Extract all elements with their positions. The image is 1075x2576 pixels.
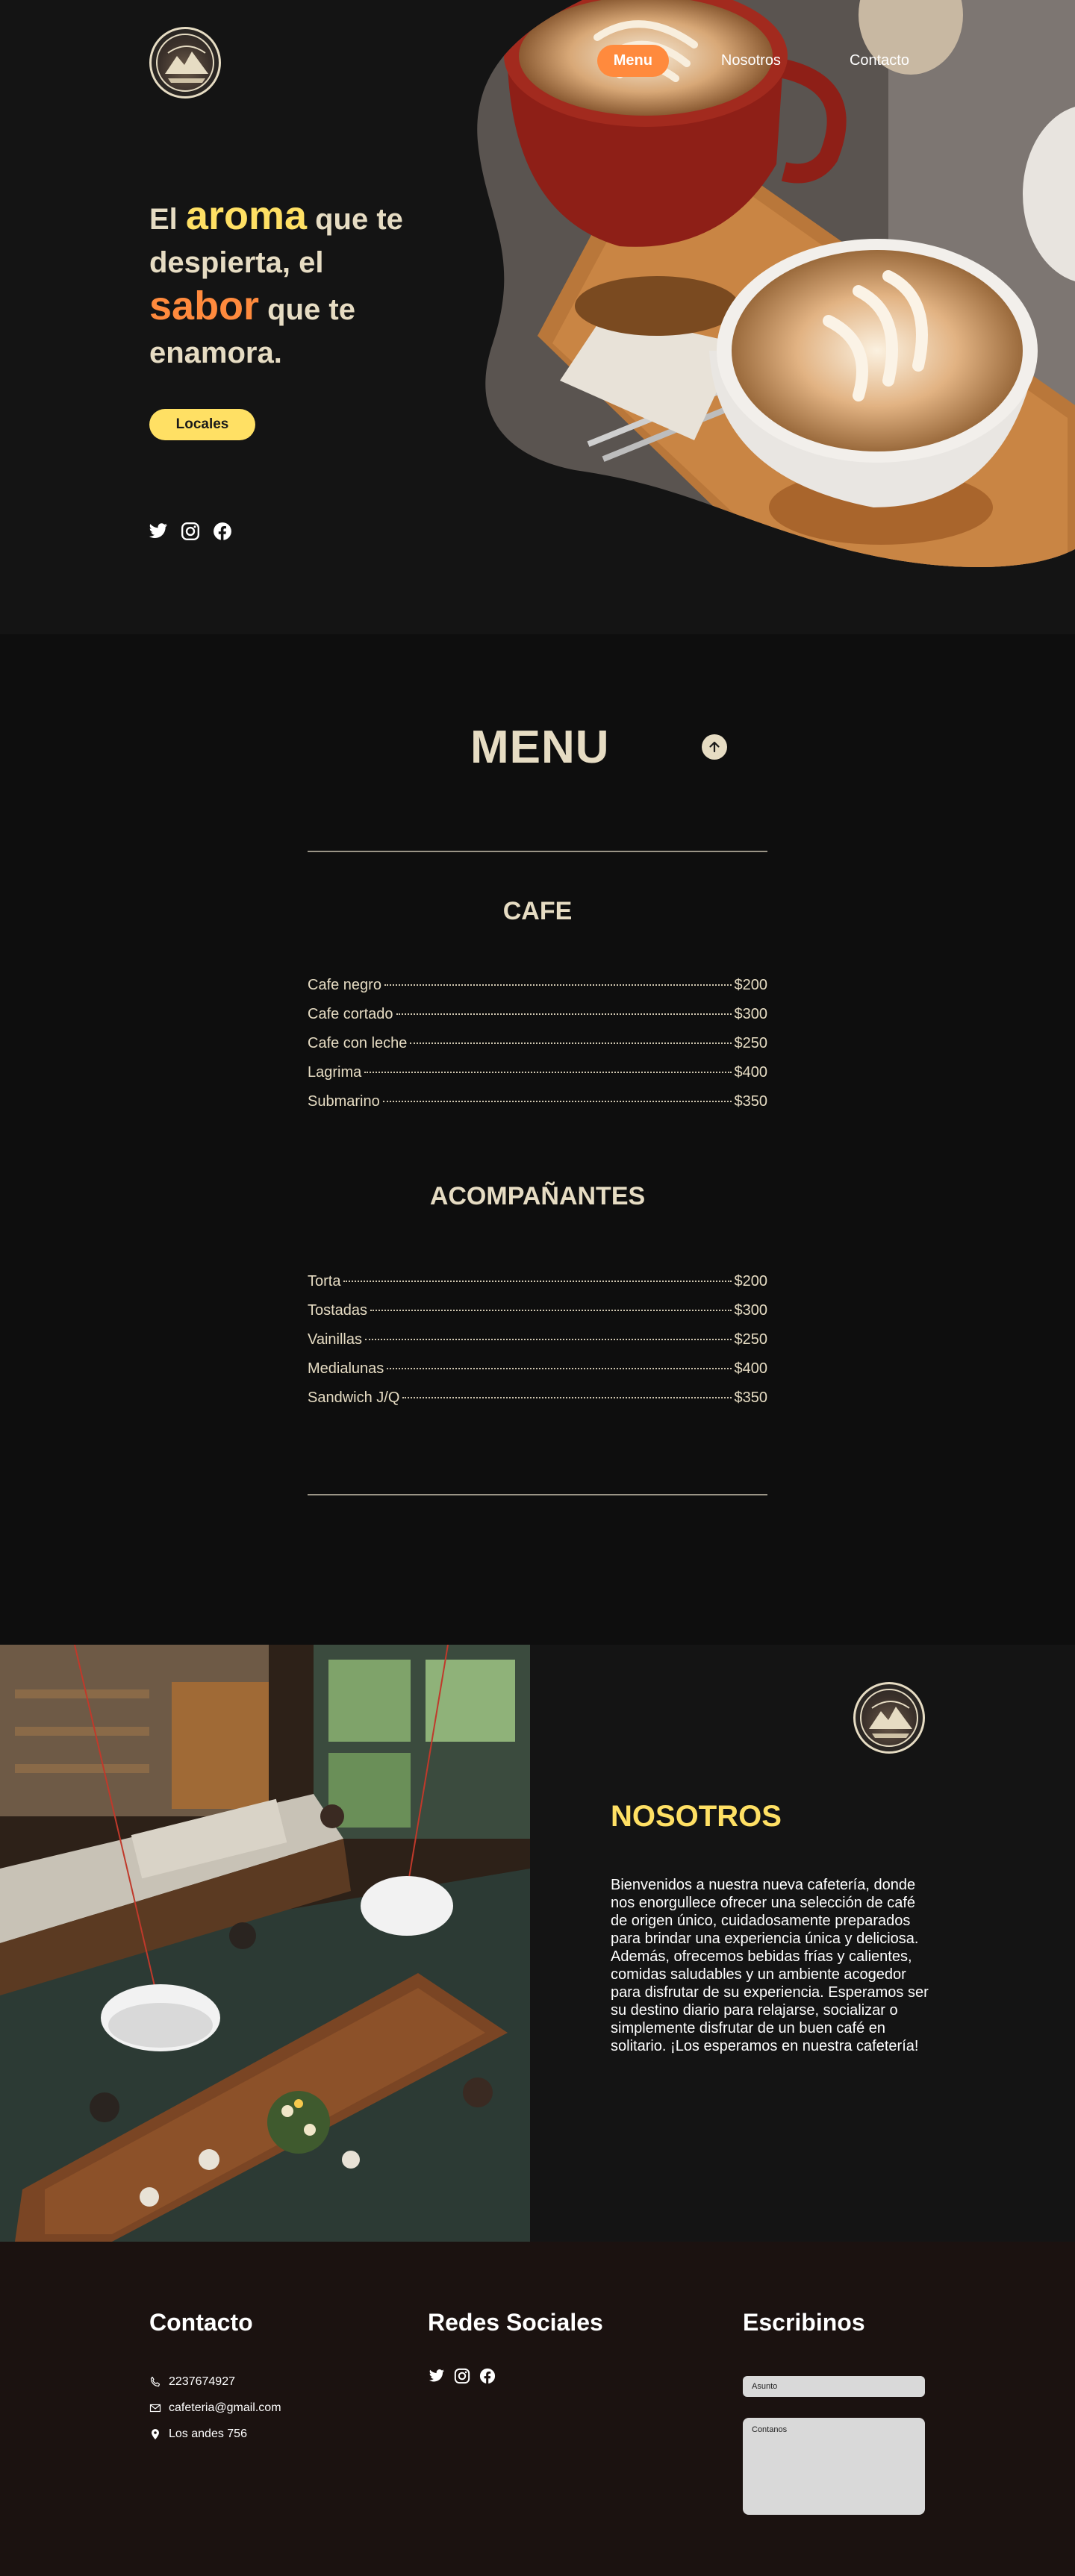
category-title-cafe: CAFE (502, 897, 573, 925)
phone-icon (149, 2376, 161, 2388)
menu-item: Medialunas $400 (308, 1360, 767, 1389)
hero-section: Menu Nosotros Contacto El aroma que te d… (0, 0, 1075, 634)
nosotros-description: Bienvenidos a nuestra nueva cafetería, d… (611, 1877, 929, 2054)
menu-item-price: $200 (734, 977, 768, 993)
contact-email-text[interactable]: cafeteria@gmail.com (169, 2401, 281, 2415)
menu-item: Cafe cortado $300 (308, 1006, 767, 1035)
menu-item: Lagrima $400 (308, 1064, 767, 1093)
menu-item-name: Medialunas (308, 1360, 384, 1377)
menu-item-price: $300 (734, 1006, 768, 1022)
nav-item-menu[interactable]: Menu (596, 45, 669, 77)
footer: Contacto 2237674927 cafeteria@gmail.com … (0, 2242, 1075, 2576)
contact-address-text: Los andes 756 (169, 2427, 247, 2440)
footer-social-title: Redes Sociales (428, 2309, 603, 2336)
menu-item-price: $250 (734, 1331, 768, 1348)
menu-item-price: $400 (734, 1360, 768, 1377)
menu-item-name: Cafe cortado (308, 1006, 393, 1022)
cafe-interior-photo (0, 1645, 530, 2242)
coffee-cups-photo (477, 0, 1075, 567)
headline-aroma: aroma (185, 193, 307, 238)
footer-social-links (428, 2367, 496, 2385)
menu-item-name: Cafe negro (308, 977, 381, 993)
contact-email: cafeteria@gmail.com (149, 2395, 281, 2421)
brand-logo-secondary (853, 1682, 925, 1754)
menu-item-price: $300 (734, 1302, 768, 1319)
hero-headline: El aroma que te despierta, el sabor que … (149, 194, 418, 375)
menu-divider-bottom (308, 1494, 767, 1495)
nav-item-nosotros[interactable]: Nosotros (705, 45, 797, 77)
nosotros-title: NOSOTROS (611, 1800, 782, 1833)
headline-part1: El (149, 203, 186, 236)
menu-item-name: Torta (308, 1273, 341, 1289)
menu-item: Torta $200 (308, 1273, 767, 1302)
menu-item: Vainillas $250 (308, 1331, 767, 1360)
menu-item-name: Vainillas (308, 1331, 362, 1348)
scroll-up-button[interactable] (702, 734, 727, 760)
menu-item: Submarino $350 (308, 1093, 767, 1122)
headline-sabor: sabor (149, 284, 260, 328)
menu-item-name: Cafe con leche (308, 1035, 408, 1051)
instagram-icon[interactable] (180, 521, 200, 541)
menu-item-price: $350 (734, 1389, 768, 1406)
logo-emblem-icon (860, 1689, 918, 1747)
location-pin-icon (149, 2428, 161, 2440)
instagram-icon[interactable] (453, 2367, 471, 2385)
contact-phone-text: 2237674927 (169, 2375, 235, 2388)
cafe-items-list: Cafe negro $200 Cafe cortado $300 Cafe con… (308, 977, 767, 1122)
brand-logo[interactable] (149, 27, 221, 99)
contact-phone: 2237674927 (149, 2369, 281, 2395)
category-title-acompanantes: ACOMPAÑANTES (429, 1182, 646, 1210)
menu-item-price: $250 (734, 1035, 768, 1051)
nosotros-section: NOSOTROS Bienvenidos a nuestra nueva caf… (0, 1645, 1075, 2242)
footer-contact-list: 2237674927 cafeteria@gmail.com Los andes… (149, 2369, 281, 2447)
message-textarea[interactable] (743, 2418, 925, 2515)
twitter-icon[interactable] (148, 521, 168, 541)
menu-item-name: Tostadas (308, 1302, 368, 1319)
main-nav: Menu Nosotros Contacto (596, 45, 926, 77)
logo-emblem-icon (156, 34, 214, 92)
facebook-icon[interactable] (479, 2367, 496, 2385)
menu-item-name: Submarino (308, 1093, 380, 1110)
nav-item-contacto[interactable]: Contacto (833, 45, 926, 77)
menu-section: MENU CAFE Cafe negro $200 Cafe cortado $30… (0, 634, 1075, 1645)
menu-item: Cafe con leche $250 (308, 1035, 767, 1064)
menu-item: Cafe negro $200 (308, 977, 767, 1006)
mail-icon (149, 2402, 161, 2414)
menu-divider-top (308, 851, 767, 852)
menu-item-price: $200 (734, 1273, 768, 1289)
menu-item-price: $350 (734, 1093, 768, 1110)
acompanantes-items-list: Torta $200 Tostadas $300 Vainillas $250 Med… (308, 1273, 767, 1419)
twitter-icon[interactable] (428, 2367, 446, 2385)
menu-item-name: Sandwich J/Q (308, 1389, 400, 1406)
menu-item: Sandwich J/Q $350 (308, 1389, 767, 1419)
contact-address: Los andes 756 (149, 2421, 281, 2447)
menu-item-price: $400 (734, 1064, 768, 1081)
subject-input[interactable] (743, 2376, 925, 2397)
menu-item: Tostadas $300 (308, 1302, 767, 1331)
hero-social-links (148, 521, 232, 541)
arrow-up-icon (709, 741, 720, 753)
facebook-icon[interactable] (212, 521, 232, 541)
footer-contact-title: Contacto (149, 2309, 253, 2336)
locales-button[interactable]: Locales (149, 409, 255, 440)
menu-item-name: Lagrima (308, 1064, 362, 1081)
footer-write-title: Escribinos (743, 2309, 865, 2336)
menu-title: MENU (470, 722, 610, 773)
